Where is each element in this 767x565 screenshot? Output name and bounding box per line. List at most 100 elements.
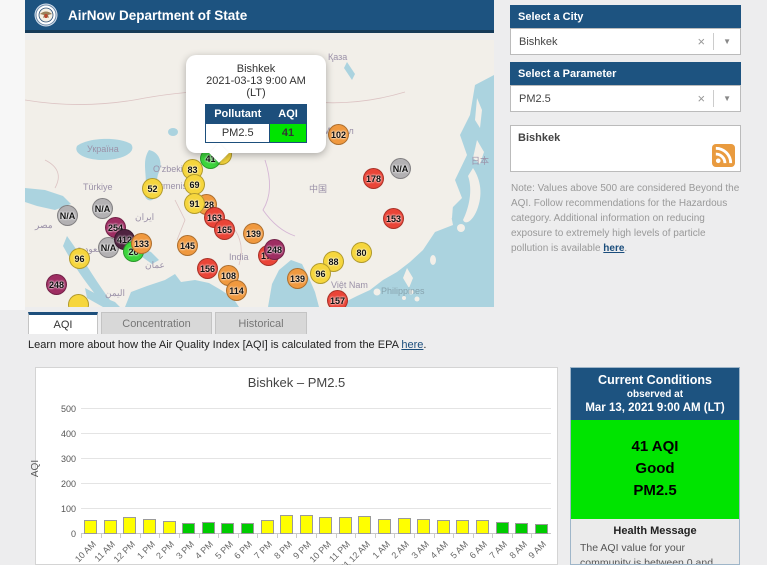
chart-bar[interactable] <box>436 519 450 534</box>
map-aqi-marker[interactable]: 69 <box>184 174 205 195</box>
cc-datetime: Mar 13, 2021 9:00 AM (LT) <box>585 402 725 414</box>
map-aqi-marker[interactable]: 145 <box>177 235 198 256</box>
parameter-select[interactable]: PM2.5 × ▼ <box>510 85 741 112</box>
map-aqi-marker[interactable]: N/A <box>390 158 411 179</box>
chart-bar[interactable] <box>417 519 431 534</box>
chart-bar[interactable] <box>201 521 215 534</box>
page-title: AirNow Department of State <box>68 7 248 23</box>
tab-concentration[interactable]: Concentration <box>101 312 212 334</box>
x-tick-mark <box>178 534 180 538</box>
x-tick-mark <box>276 534 278 538</box>
chart-bar[interactable] <box>103 520 117 534</box>
map-aqi-marker[interactable]: N/A <box>57 205 78 226</box>
x-tick-mark <box>453 534 455 538</box>
x-tick-mark <box>492 534 494 538</box>
map-aqi-marker[interactable]: 139 <box>287 268 308 289</box>
map-popup: Bishkek 2021-03-13 9:00 AM (LT) Pollutan… <box>186 55 326 163</box>
chart-bar[interactable] <box>123 517 137 534</box>
chart-bar[interactable] <box>240 522 254 534</box>
city-select[interactable]: Bishkek × ▼ <box>510 28 741 55</box>
chart-gridline <box>81 458 551 459</box>
x-tick-mark <box>472 534 474 538</box>
map-country-label: عمان <box>145 260 165 270</box>
map-aqi-marker[interactable]: 80 <box>351 242 372 263</box>
popup-table: Pollutant AQI PM2.5 41 <box>205 104 307 143</box>
learn-more-suffix: . <box>423 339 427 351</box>
chart-bar[interactable] <box>378 519 392 534</box>
chart-bar[interactable] <box>299 514 313 534</box>
map-aqi-marker[interactable]: 96 <box>69 248 90 269</box>
map-aqi-marker[interactable]: 157 <box>327 290 348 307</box>
current-conditions-panel: Current Conditions observed at Mar 13, 2… <box>570 367 740 565</box>
chart-bar[interactable] <box>162 520 176 534</box>
y-tick-label: 500 <box>60 404 76 414</box>
map-aqi-marker[interactable]: 96 <box>310 263 331 284</box>
chart-bar[interactable] <box>84 519 98 534</box>
map-aqi-marker[interactable]: N/A <box>92 198 113 219</box>
popup-timezone: (LT) <box>246 87 266 99</box>
chart-bar[interactable] <box>182 523 196 534</box>
chart-bar[interactable] <box>143 518 157 534</box>
app-header: AirNow Department of State <box>25 0 494 33</box>
chart-bar[interactable] <box>495 521 509 534</box>
y-tick-label: 100 <box>60 504 76 514</box>
feed-city-label: Bishkek <box>518 132 561 144</box>
cc-subtitle: observed at <box>626 389 684 400</box>
note-suffix: . <box>624 243 628 254</box>
epa-here-link[interactable]: here <box>401 339 423 351</box>
map-aqi-marker[interactable]: 248 <box>264 239 285 260</box>
map-aqi-marker[interactable]: 139 <box>243 223 264 244</box>
select-parameter-header: Select a Parameter <box>510 62 741 85</box>
city-clear-icon[interactable]: × <box>689 34 713 49</box>
chart-bar[interactable] <box>319 517 333 534</box>
chart-title: Bishkek – PM2.5 <box>247 375 346 390</box>
map-aqi-marker[interactable]: 52 <box>142 178 163 199</box>
page-left-margin <box>0 0 25 310</box>
chart-y-axis-label: AQI <box>30 459 42 478</box>
chart-plot-area <box>81 408 551 534</box>
chart-bar[interactable] <box>221 523 235 534</box>
chart-bar[interactable] <box>338 516 352 534</box>
y-tick-label: 300 <box>60 454 76 464</box>
map-aqi-marker[interactable]: 178 <box>363 168 384 189</box>
popup-city: Bishkek <box>236 63 276 75</box>
map-aqi-marker[interactable]: 165 <box>214 219 235 240</box>
x-tick-mark <box>296 534 298 538</box>
chart-bar[interactable] <box>475 519 489 534</box>
popup-datetime: 2021-03-13 9:00 AM <box>206 75 306 87</box>
chart-bar[interactable] <box>397 517 411 534</box>
map-aqi-marker[interactable]: 133 <box>131 233 152 254</box>
chart-bar[interactable] <box>280 515 294 534</box>
chart-y-ticks: 0 100 200 300 400 500 <box>48 404 76 539</box>
note-here-link[interactable]: here <box>603 243 624 254</box>
x-tick-mark <box>531 534 533 538</box>
aqi-map[interactable]: Україна Қаза Türkiye O'zbekiston Türkmenista… <box>25 40 494 307</box>
map-country-label: Қаза <box>328 52 348 62</box>
map-aqi-marker[interactable]: 114 <box>226 280 247 301</box>
chart-bar[interactable] <box>260 520 274 534</box>
chart-bar[interactable] <box>515 523 529 534</box>
rss-feed-icon[interactable] <box>712 144 735 167</box>
chart-gridline <box>81 483 551 484</box>
chart-bar[interactable] <box>358 516 372 534</box>
map-aqi-marker[interactable]: 248 <box>46 274 67 295</box>
tab-historical[interactable]: Historical <box>215 312 307 334</box>
y-tick-label: 0 <box>70 529 76 539</box>
chart-bar[interactable] <box>534 523 548 534</box>
x-tick-mark <box>433 534 435 538</box>
city-caret-icon[interactable]: ▼ <box>714 37 740 46</box>
map-aqi-marker[interactable]: 102 <box>328 124 349 145</box>
tab-aqi[interactable]: AQI <box>28 312 98 334</box>
chart-gridline <box>81 508 551 509</box>
chart-bar[interactable] <box>456 519 470 534</box>
learn-more-text: Learn more about how the Air Quality Ind… <box>28 339 426 351</box>
parameter-clear-icon[interactable]: × <box>689 91 713 106</box>
map-aqi-marker[interactable]: 91 <box>184 193 205 214</box>
x-tick-mark <box>198 534 200 538</box>
map-aqi-marker[interactable]: 156 <box>197 258 218 279</box>
map-country-label: Україна <box>87 144 119 154</box>
map-aqi-marker[interactable]: 153 <box>383 208 404 229</box>
parameter-caret-icon[interactable]: ▼ <box>714 94 740 103</box>
chart-gridline <box>81 408 551 409</box>
x-tick-mark <box>237 534 239 538</box>
